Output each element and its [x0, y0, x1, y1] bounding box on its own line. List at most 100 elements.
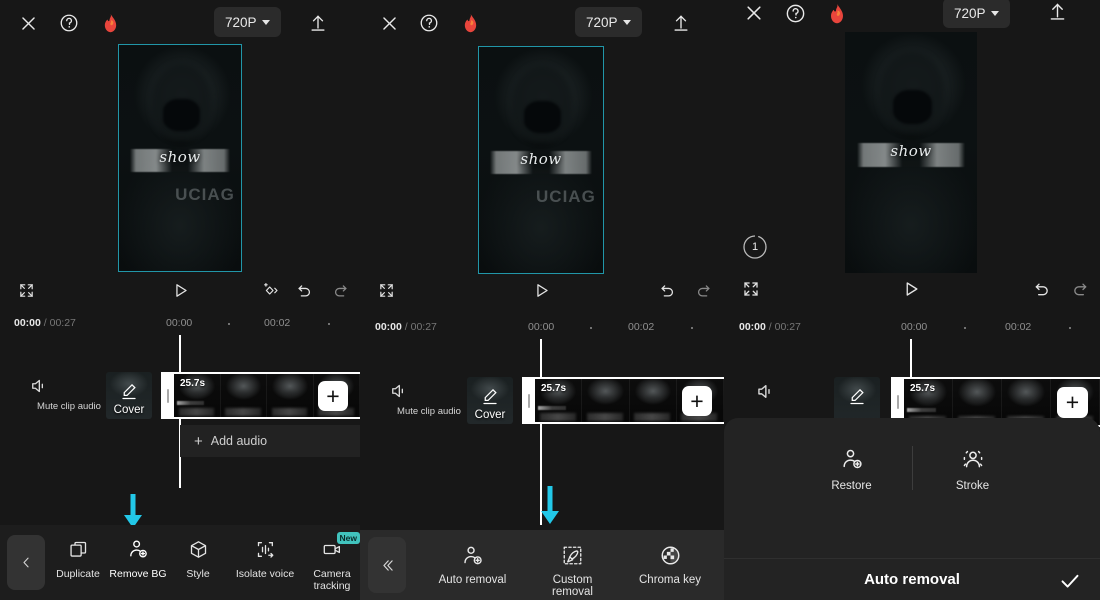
add-clip-button[interactable]: +: [682, 386, 712, 416]
export-icon[interactable]: [305, 10, 331, 36]
timeline-ruler[interactable]: 00:00 / 00:27 00:00 00:02: [360, 317, 724, 339]
panel1-tool-list: Duplicate Remove BG Style Isolate voice …: [48, 532, 360, 592]
resolution-value: 720P: [225, 14, 257, 30]
cover-button[interactable]: Cover: [106, 372, 152, 419]
undo-icon[interactable]: [289, 275, 319, 305]
auto-removal-icon: [420, 540, 525, 570]
help-icon[interactable]: [416, 10, 442, 36]
style-cube-icon: [168, 534, 228, 564]
video-preview[interactable]: show: [845, 32, 977, 273]
undo-icon[interactable]: [1027, 274, 1057, 304]
video-preview[interactable]: show UCIAG: [478, 46, 604, 274]
total-time: / 00:27: [768, 321, 801, 333]
clip-trim-handle-left[interactable]: [522, 377, 535, 424]
add-clip-label: +: [690, 387, 704, 414]
check-icon[interactable]: [1058, 569, 1082, 593]
video-preview[interactable]: show UCIAG: [118, 44, 242, 272]
timeline-ruler[interactable]: 00:00 / 00:27 00:00 00:02: [0, 313, 360, 335]
timeline-ruler[interactable]: 00:00 / 00:27 00:00 00:02: [724, 317, 1100, 339]
chevron-down-icon: [622, 19, 631, 25]
panel-auto-removal-sheet: 720P show 1 00:00 / 00:27 00:00 00:02 25…: [724, 0, 1100, 600]
play-icon[interactable]: [896, 274, 926, 304]
collapse-toolbar-button[interactable]: [368, 537, 406, 593]
cover-label: Cover: [113, 404, 145, 416]
undo-icon[interactable]: [652, 275, 682, 305]
fullscreen-icon[interactable]: [371, 275, 401, 305]
preview-mask: [162, 99, 200, 131]
preview-brand: UCIAG: [536, 187, 596, 207]
export-icon[interactable]: [668, 10, 694, 36]
preview-mask: [892, 89, 933, 124]
add-clip-label: +: [1065, 389, 1080, 415]
close-icon[interactable]: [741, 0, 767, 26]
preview-brand: UCIAG: [175, 185, 235, 205]
help-icon[interactable]: [56, 10, 82, 36]
chevron-down-icon: [990, 10, 999, 16]
tool-remove-bg[interactable]: Remove BG: [108, 534, 168, 592]
redo-icon[interactable]: [325, 275, 355, 305]
preview-mask: [523, 101, 561, 133]
restore-icon: [792, 444, 912, 474]
add-clip-button[interactable]: +: [1057, 387, 1088, 418]
play-icon[interactable]: [526, 275, 556, 305]
progress-count: 1: [751, 241, 759, 253]
close-icon[interactable]: [15, 10, 41, 36]
fullscreen-icon[interactable]: [736, 274, 766, 304]
tool-label: Auto removal: [438, 574, 507, 586]
tool-chroma-key[interactable]: Chroma key: [620, 540, 720, 598]
tool-style[interactable]: Style: [168, 534, 228, 592]
tool-custom-removal[interactable]: Custom removal: [525, 540, 620, 598]
top-bar: 720P: [0, 0, 360, 46]
collapse-toolbar-button[interactable]: [7, 535, 45, 590]
close-icon[interactable]: [376, 10, 402, 36]
cover-button[interactable]: Cover: [467, 377, 513, 424]
mute-clip-audio-button[interactable]: Mute clip audio: [29, 376, 109, 412]
annotation-arrow-down: [539, 486, 561, 528]
fullscreen-icon[interactable]: [11, 275, 41, 305]
tool-label: Remove BG: [109, 568, 167, 580]
mute-clip-audio-label: Mute clip audio: [37, 401, 101, 412]
flame-icon[interactable]: [457, 10, 483, 36]
help-icon[interactable]: [782, 0, 808, 26]
resolution-selector[interactable]: 720P: [214, 7, 281, 37]
tool-isolate-voice[interactable]: Isolate voice: [228, 534, 302, 592]
add-clip-button[interactable]: +: [318, 381, 348, 411]
ruler-tick: 00:02: [264, 317, 291, 329]
redo-icon[interactable]: [688, 275, 718, 305]
tool-label: Stroke: [955, 480, 990, 492]
tool-duplicate[interactable]: Duplicate: [48, 534, 108, 592]
screenshot-stage: 720P show UCIAG 00:00 / 00:27 00:00 00:0…: [0, 0, 1100, 600]
tool-stroke[interactable]: Stroke: [913, 444, 1033, 492]
clip-trim-handle-left[interactable]: [161, 372, 174, 419]
mute-clip-audio-button[interactable]: Mute clip audio: [389, 381, 469, 417]
clip-duration: 25.7s: [910, 383, 936, 394]
flame-icon[interactable]: [824, 0, 850, 26]
ruler-tick: 00:00: [528, 321, 555, 333]
resolution-selector[interactable]: 720P: [575, 7, 642, 37]
tool-auto-removal[interactable]: Auto removal: [420, 540, 525, 598]
current-time: 00:00: [375, 321, 402, 333]
resolution-selector[interactable]: 720P: [943, 0, 1010, 28]
preview-word: show: [159, 147, 201, 166]
tool-camera-tracking[interactable]: New Camera tracking: [302, 532, 360, 592]
tool-restore[interactable]: Restore: [792, 444, 912, 492]
preview-word: show: [890, 141, 932, 160]
play-icon[interactable]: [165, 275, 195, 305]
sheet-title: Auto removal: [864, 571, 960, 588]
add-audio-track[interactable]: + Add audio: [180, 425, 360, 457]
export-icon[interactable]: [1044, 0, 1070, 24]
mute-clip-audio-button[interactable]: [755, 381, 835, 402]
keyframe-icon[interactable]: [255, 275, 285, 305]
total-time: / 00:27: [43, 317, 76, 329]
ruler-tick: 00:00: [901, 321, 928, 333]
clip-duration: 25.7s: [541, 383, 567, 394]
total-time: / 00:27: [404, 321, 437, 333]
panel2-toolbar: Auto removal Custom removal Chroma key: [360, 530, 724, 600]
redo-icon[interactable]: [1065, 274, 1095, 304]
flame-icon[interactable]: [97, 10, 123, 36]
remove-bg-icon: [108, 534, 168, 564]
plus-icon: +: [194, 432, 203, 450]
duplicate-icon: [48, 534, 108, 564]
chroma-key-icon: [620, 540, 720, 570]
clip-frame: [629, 379, 677, 422]
